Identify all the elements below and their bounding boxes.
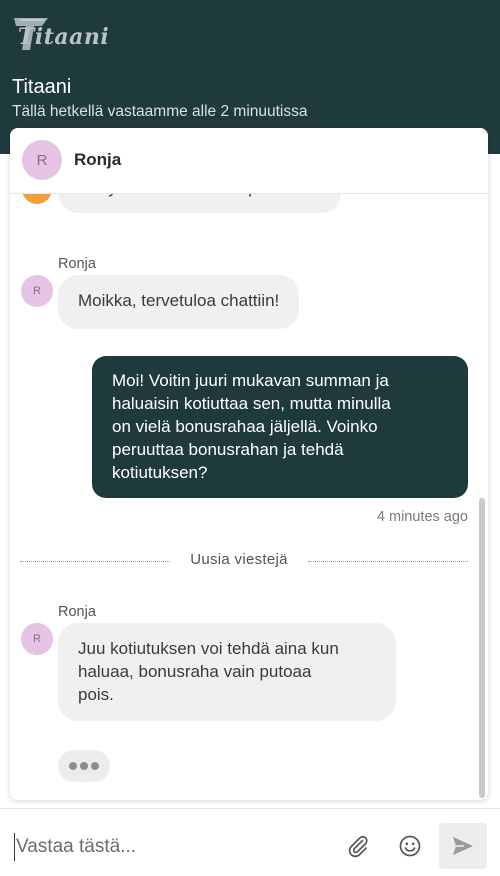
- agent-avatar: R: [22, 140, 62, 180]
- message-line: Juu kotiutuksen voi tehdä aina kun: [78, 639, 339, 658]
- typing-indicator: [58, 750, 110, 782]
- response-time-subtitle: Tällä hetkellä vastaamme alle 2 minuutis…: [12, 103, 308, 120]
- smiley-icon: [399, 835, 421, 857]
- scrollbar-thumb[interactable]: [479, 498, 485, 798]
- sender-avatar: R: [21, 623, 53, 655]
- divider-line-left: [20, 561, 170, 562]
- message-line: on vielä bonusrahaa jäljellä. Voinko: [112, 417, 378, 436]
- typing-dot: [69, 762, 77, 770]
- message-line: haluaa, bonusraha vain putoaa: [78, 662, 312, 681]
- message-bubble-outgoing: Moi! Voitin juuri mukavan summan ja halu…: [92, 356, 468, 498]
- chat-panel: R Ronja Siirryt Titaanin asiakaspalveluu…: [10, 128, 488, 800]
- message-line: haluaisin kotiuttaa sen, mutta minulla: [112, 394, 391, 413]
- message-line: Moi! Voitin juuri mukavan summan ja: [112, 371, 389, 390]
- message-bubble-incoming: Juu kotiutuksen voi tehdä aina kun halua…: [58, 623, 396, 721]
- message-line: peruuttaa bonusrahan ja tehdä: [112, 440, 344, 459]
- agent-bar: R Ronja: [10, 128, 488, 194]
- paperclip-icon: [348, 835, 368, 858]
- message-timestamp: 4 minutes ago: [376, 509, 468, 525]
- emoji-button[interactable]: [395, 831, 425, 861]
- message-sender: Ronja: [58, 256, 96, 272]
- typing-dot: [80, 762, 88, 770]
- message-bubble-incoming: Moikka, tervetuloa chattiin!: [58, 275, 300, 329]
- typing-dot: [91, 762, 99, 770]
- sender-avatar: R: [21, 275, 53, 307]
- message-text: Moikka, tervetuloa chattiin!: [78, 291, 280, 310]
- attach-button[interactable]: [343, 831, 373, 861]
- send-button[interactable]: [439, 823, 487, 869]
- new-messages-divider: Uusia viestejä: [190, 551, 288, 568]
- send-arrow-icon: [453, 837, 473, 855]
- brand-title: Titaani: [12, 76, 72, 98]
- logo-wordmark: Titaani: [18, 24, 110, 50]
- divider-line-right: [308, 561, 468, 562]
- composer-bar: [0, 808, 500, 876]
- message-sender: Ronja: [58, 604, 96, 620]
- message-line: kotiutuksen?: [112, 463, 208, 482]
- message-line: pois.: [78, 685, 114, 704]
- reply-input[interactable]: [14, 833, 334, 861]
- agent-name: Ronja: [74, 150, 122, 169]
